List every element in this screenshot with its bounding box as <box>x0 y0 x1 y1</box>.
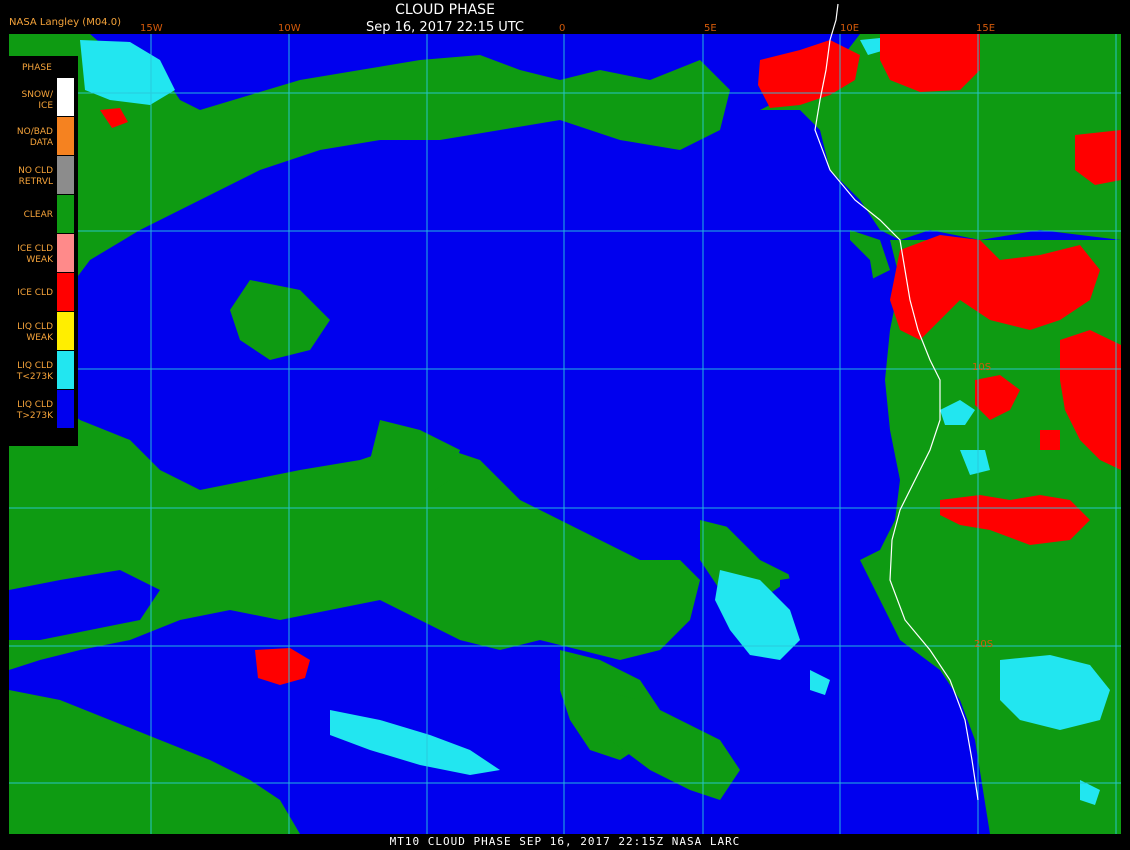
legend-label: LIQ CLD WEAK <box>17 322 53 343</box>
legend-item-liquid-cloud-weak: LIQ CLD WEAK <box>8 312 78 352</box>
legend-swatch <box>57 195 74 233</box>
lon-label-10w: 10W <box>278 23 301 34</box>
legend-item-liquid-cloud-warm: LIQ CLD T>273K <box>8 390 78 430</box>
legend-label: NO CLD RETRVL <box>18 166 53 187</box>
legend-label: LIQ CLD T>273K <box>16 400 53 421</box>
legend-swatch <box>57 117 74 155</box>
legend-swatch <box>57 273 74 311</box>
phase-legend: PHASE SNOW/ ICE NO/BAD DATA NO CLD RETRV… <box>8 56 78 446</box>
legend-swatch <box>57 234 74 272</box>
legend-label: NO/BAD DATA <box>16 127 53 148</box>
legend-item-liquid-cloud-cold: LIQ CLD T<273K <box>8 351 78 391</box>
legend-label: ICE CLD WEAK <box>17 244 53 265</box>
legend-swatch <box>57 78 74 116</box>
legend-title: PHASE <box>22 63 52 73</box>
satellite-image-viewer: NASA Langley (M04.0) CLOUD PHASE Sep 16,… <box>0 0 1130 850</box>
lat-label-10s: 10S <box>972 362 992 373</box>
lon-label-0: 0 <box>559 23 566 34</box>
legend-item-clear: CLEAR <box>8 195 78 235</box>
legend-item-ice-cloud-weak: ICE CLD WEAK <box>8 234 78 274</box>
cloud-phase-map <box>9 3 1121 834</box>
legend-swatch <box>57 390 74 428</box>
legend-label: CLEAR <box>23 210 53 220</box>
lon-label-5e: 5E <box>704 23 717 34</box>
footer-caption: MT10 CLOUD PHASE SEP 16, 2017 22:15Z NAS… <box>389 835 741 848</box>
legend-label: ICE CLD <box>17 288 53 298</box>
lon-label-15e: 15E <box>976 23 996 34</box>
legend-item-ice-cloud: ICE CLD <box>8 273 78 313</box>
lon-label-15w: 15W <box>140 23 163 34</box>
legend-item-no-bad-data: NO/BAD DATA <box>8 117 78 157</box>
legend-item-snow-ice: SNOW/ ICE <box>8 78 78 118</box>
lat-label-20s: 20S <box>974 639 994 650</box>
legend-swatch <box>57 351 74 389</box>
image-timestamp: Sep 16, 2017 22:15 UTC <box>365 20 525 35</box>
legend-item-no-cloud-retrieval: NO CLD RETRVL <box>8 156 78 196</box>
lon-label-10e: 10E <box>840 23 860 34</box>
image-title: CLOUD PHASE <box>395 2 495 18</box>
legend-swatch <box>57 312 74 350</box>
legend-swatch <box>57 156 74 194</box>
legend-label: SNOW/ ICE <box>21 90 53 111</box>
legend-label: LIQ CLD T<273K <box>16 361 53 382</box>
